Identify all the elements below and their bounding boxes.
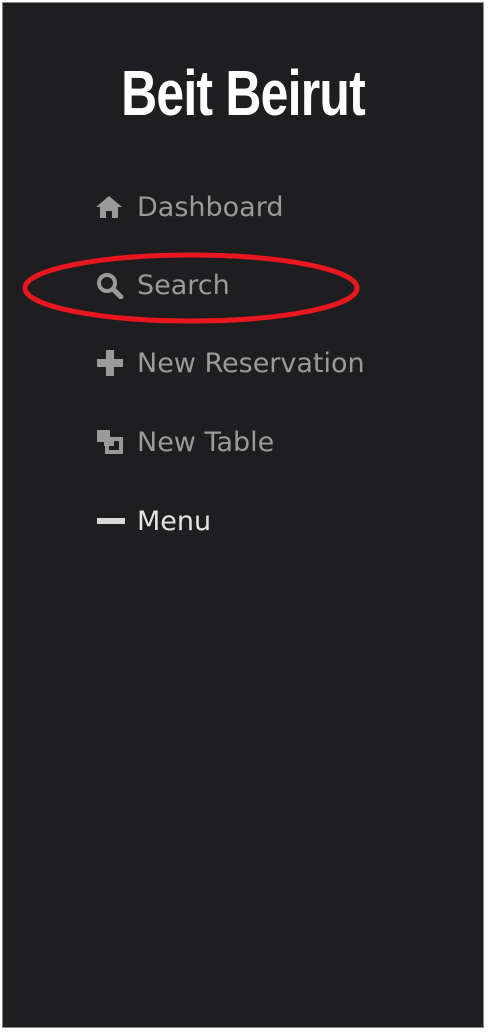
nav-item-new-table[interactable]: New Table [95,422,274,462]
minus-icon [95,504,129,538]
copy-icon [95,425,129,459]
sidebar: Beit Beirut Dashboard Search New Reserva… [2,2,484,1028]
nav-item-menu[interactable]: Menu [95,501,211,541]
brand-title: Beit Beirut [121,57,366,129]
home-icon [95,190,129,224]
nav-item-label: New Reservation [137,347,365,379]
nav-item-label: New Table [137,426,275,458]
nav-item-label: Dashboard [137,191,284,223]
plus-icon [95,346,129,380]
nav-item-new-reservation[interactable]: New Reservation [95,343,365,383]
highlight-ellipse [22,252,360,324]
nav-item-dashboard[interactable]: Dashboard [95,187,283,227]
nav-item-label: Menu [137,505,212,537]
